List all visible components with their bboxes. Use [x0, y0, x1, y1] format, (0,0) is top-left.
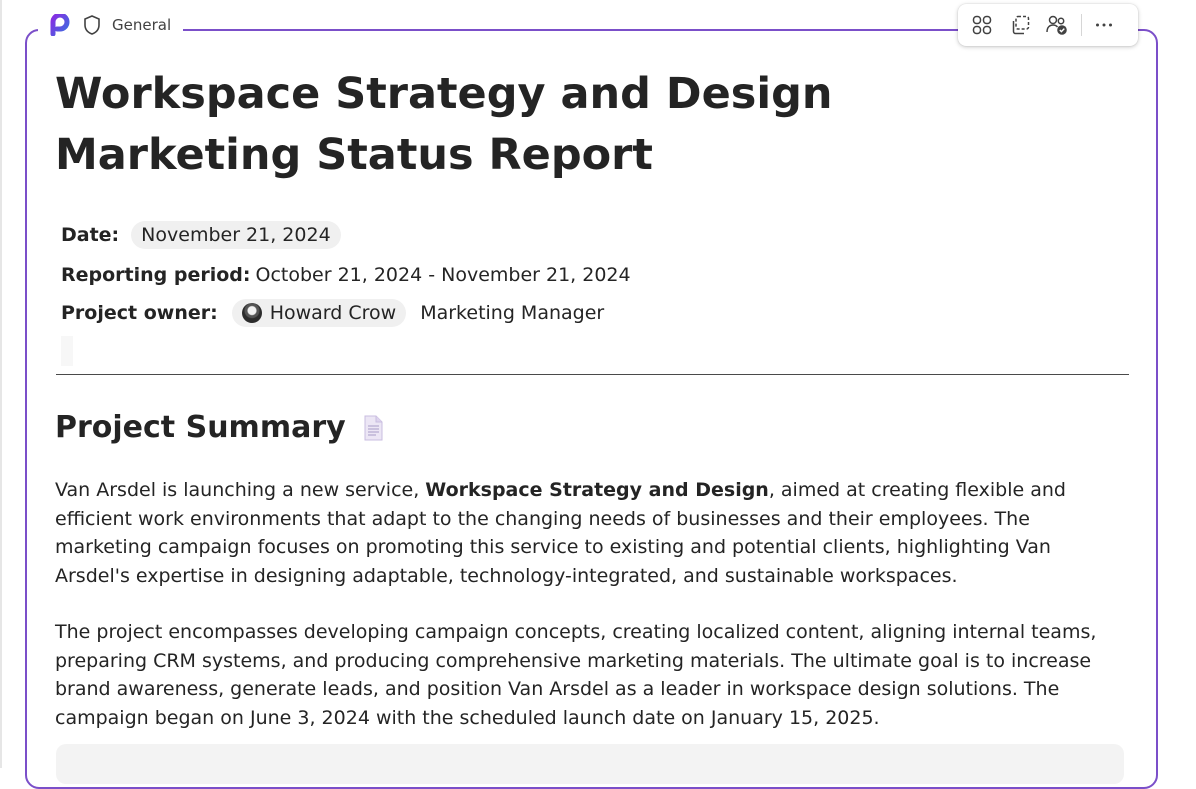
more-options-icon: [1096, 23, 1113, 27]
components-icon: [972, 15, 992, 35]
project-owner-label: Project owner:: [61, 302, 218, 324]
share-people-icon: [1046, 15, 1068, 35]
document-title[interactable]: Workspace Strategy and Design Marketing …: [55, 64, 1055, 186]
component-toolbar: [958, 4, 1138, 46]
section-heading-text: Project Summary: [55, 410, 346, 445]
content-block: [56, 744, 1124, 784]
owner-role: Marketing Manager: [420, 302, 605, 324]
channel-label: General: [112, 16, 172, 34]
window-edge: [0, 0, 2, 768]
document-icon: [364, 415, 383, 440]
summary-paragraph-1[interactable]: Van Arsdel is launching a new service, W…: [55, 476, 1130, 590]
owner-name: Howard Crow: [269, 302, 397, 324]
shield-icon: [84, 15, 100, 35]
copy-component-button[interactable]: [1006, 8, 1034, 42]
share-people-button[interactable]: [1044, 8, 1072, 42]
date-label: Date:: [61, 224, 120, 246]
para1-text-a: Van Arsdel is launching a new service,: [55, 479, 426, 501]
owner-mention-pill[interactable]: Howard Crow: [231, 299, 407, 327]
date-pill[interactable]: November 21, 2024: [131, 221, 341, 249]
reporting-period-label: Reporting period:: [61, 264, 251, 286]
reporting-period-value: October 21, 2024 - November 21, 2024: [255, 264, 631, 286]
more-options-button[interactable]: [1090, 8, 1118, 42]
project-owner-row: Project owner: Howard Crow Marketing Man…: [61, 299, 604, 327]
summary-paragraph-2[interactable]: The project encompasses developing campa…: [55, 618, 1130, 732]
avatar: [241, 303, 262, 323]
empty-line-marker: [61, 336, 73, 366]
reporting-period-row: Reporting period: October 21, 2024 - Nov…: [61, 264, 631, 286]
components-button[interactable]: [968, 8, 996, 42]
loop-logo-icon: [50, 14, 70, 36]
section-heading[interactable]: Project Summary: [55, 410, 384, 445]
component-header: General: [38, 12, 184, 38]
copy-component-icon: [1012, 15, 1029, 35]
horizontal-divider: [56, 374, 1129, 375]
service-name-bold: Workspace Strategy and Design: [425, 479, 769, 501]
date-row: Date: November 21, 2024: [61, 221, 341, 249]
toolbar-separator: [1081, 14, 1083, 36]
